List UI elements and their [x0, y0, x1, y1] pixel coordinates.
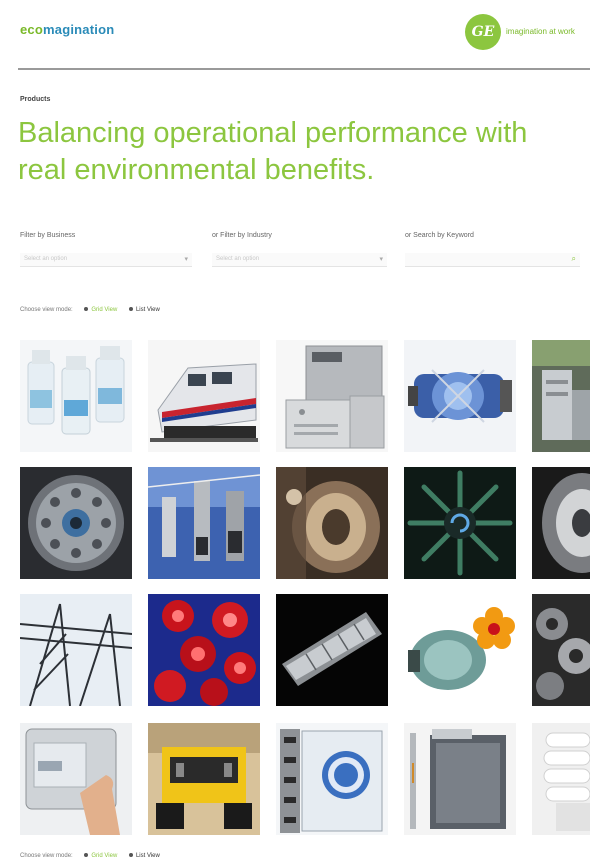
product-tile[interactable]	[148, 723, 260, 835]
grid-view-option[interactable]: Grid View	[84, 307, 117, 313]
brand-prefix: eco	[20, 22, 44, 37]
chevron-down-icon: ▾	[379, 256, 383, 263]
filter-business: Filter by Business Select an option ▾	[20, 232, 192, 267]
view-mode-prompt: Choose view mode:	[20, 307, 73, 313]
radio-dot-icon	[84, 307, 89, 312]
gas-turbine-interior-icon	[276, 467, 388, 579]
motor-with-flower-icon	[404, 594, 516, 706]
locomotive-icon	[148, 340, 260, 452]
radio-dot-icon	[128, 307, 133, 312]
view-mode-toggle-bottom: Choose view mode: Grid View List View	[20, 853, 160, 859]
list-view-option[interactable]: List View	[128, 307, 160, 313]
product-tile[interactable]	[20, 594, 132, 706]
electrical-cabinets-icon	[276, 340, 388, 452]
view-mode-prompt: Choose view mode:	[20, 853, 73, 859]
search-icon[interactable]: ⌕	[572, 254, 576, 264]
breadcrumb[interactable]: Products	[20, 96, 50, 103]
ge-tagline: imagination at work	[506, 27, 575, 36]
product-tile[interactable]	[20, 467, 132, 579]
site-header: ecomagination GE imagination at work	[0, 0, 590, 70]
turbine-engine-icon	[404, 340, 516, 452]
power-insulators-icon	[148, 467, 260, 579]
product-tile[interactable]	[276, 340, 388, 452]
gear-assembly-icon	[532, 594, 590, 706]
water-treatment-unit-icon	[404, 723, 516, 835]
chevron-down-icon: ▾	[184, 256, 188, 263]
product-tile[interactable]	[276, 467, 388, 579]
keyword-search-input[interactable]: ⌕	[405, 253, 580, 267]
mining-truck-icon	[148, 723, 260, 835]
brand-suffix: magination	[43, 22, 115, 37]
filter-industry: or Filter by Industry Select an option ▾	[212, 232, 387, 267]
radio-dot-icon	[128, 853, 133, 858]
product-tile[interactable]	[404, 723, 516, 835]
radio-dot-icon	[84, 853, 89, 858]
product-tile[interactable]	[404, 594, 516, 706]
transmission-tower-icon	[20, 594, 132, 706]
product-tile[interactable]	[532, 467, 590, 579]
product-tile[interactable]	[148, 594, 260, 706]
filter-bar: Filter by Business Select an option ▾ or…	[0, 232, 590, 282]
grid-view-option[interactable]: Grid View	[84, 853, 117, 859]
water-bottles-icon	[20, 340, 132, 452]
ge-logo-icon[interactable]: GE	[465, 14, 501, 50]
touch-screen-hand-icon	[20, 723, 132, 835]
grid-view-label: Grid View	[91, 307, 118, 313]
jet-engine-blades-icon	[532, 467, 590, 579]
product-tile[interactable]	[532, 723, 590, 835]
product-tile[interactable]	[148, 340, 260, 452]
product-tile[interactable]	[20, 723, 132, 835]
product-tile[interactable]	[532, 594, 590, 706]
product-tile[interactable]	[148, 467, 260, 579]
product-tile[interactable]	[276, 594, 388, 706]
product-tile[interactable]	[404, 467, 516, 579]
ge-filtration-module-icon	[276, 723, 388, 835]
filter-business-select[interactable]: Select an option ▾	[20, 253, 192, 267]
filter-industry-select[interactable]: Select an option ▾	[212, 253, 387, 267]
filter-keyword: or Search by Keyword ⌕	[405, 232, 580, 267]
filter-business-placeholder: Select an option	[24, 256, 68, 262]
view-mode-toggle: Choose view mode: Grid View List View	[20, 307, 160, 313]
turbine-disc-icon	[20, 467, 132, 579]
grid-view-label: Grid View	[91, 853, 118, 859]
cfl-bulb-icon	[532, 723, 590, 835]
list-view-option[interactable]: List View	[128, 853, 160, 859]
steam-turbine-rotor-icon	[276, 594, 388, 706]
industrial-equipment-icon	[532, 340, 590, 452]
filter-industry-placeholder: Select an option	[216, 256, 260, 262]
filter-industry-label: or Filter by Industry	[212, 232, 272, 239]
ecomagination-logo[interactable]: ecomagination	[20, 22, 114, 37]
page-title: Balancing operational performance with r…	[18, 117, 528, 186]
red-lights-icon	[148, 594, 260, 706]
filter-keyword-label: or Search by Keyword	[405, 232, 474, 239]
product-tile[interactable]	[276, 723, 388, 835]
product-tile[interactable]	[20, 340, 132, 452]
jet-engine-fan-icon	[404, 467, 516, 579]
header-divider	[18, 68, 590, 70]
list-view-label: List View	[135, 307, 160, 313]
product-tile[interactable]	[404, 340, 516, 452]
list-view-label: List View	[135, 853, 160, 859]
filter-business-label: Filter by Business	[20, 232, 76, 239]
product-tile[interactable]	[532, 340, 590, 452]
